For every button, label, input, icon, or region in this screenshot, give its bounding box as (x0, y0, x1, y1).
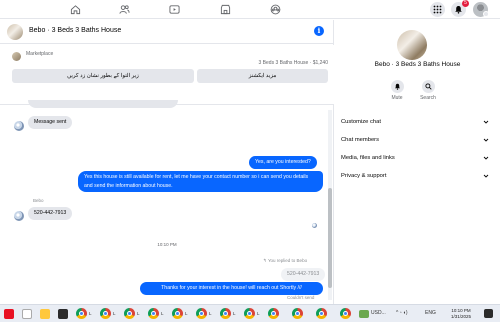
bell-icon (390, 80, 404, 93)
taskbar-app-label: L (113, 311, 116, 316)
grid-menu-icon[interactable] (430, 2, 445, 17)
bell-icon[interactable]: 5 (451, 0, 469, 17)
friends-icon[interactable] (117, 2, 131, 16)
taskbar-app-label: L (137, 311, 140, 316)
outgoing-message-bubble: Yes, are you interested? (249, 156, 317, 169)
marketplace-label: Marketplace (26, 51, 54, 57)
taskbar-app-icon[interactable] (22, 309, 32, 319)
taskbar-app-label: L (257, 311, 260, 316)
outgoing-message-bubble: Yes this house is still available for re… (78, 171, 323, 192)
chevron-down-icon (483, 174, 489, 178)
reply-indicator: ↰ You replied to Bebo (263, 258, 307, 264)
conversation-avatar[interactable] (7, 24, 23, 40)
taskbar-app-label: L (233, 311, 236, 316)
taskbar-app-label: L (185, 311, 188, 316)
section-privacy-support[interactable]: Privacy & support (341, 169, 489, 183)
scrollbar-thumb[interactable] (328, 188, 332, 288)
section-label: Chat members (341, 137, 380, 143)
chrome-icon[interactable] (340, 308, 351, 319)
time-divider: 10:10 PM (157, 242, 177, 247)
taskbar-clock[interactable]: 10:10 PM 1/31/2025 (446, 308, 476, 320)
chevron-down-icon (483, 138, 489, 142)
section-media-files-links[interactable]: Media, files and links (341, 151, 489, 165)
section-label: Media, files and links (341, 155, 395, 161)
notification-count-badge: 5 (462, 0, 469, 7)
search-label: Search (420, 95, 436, 101)
currency-widget-text[interactable]: USD... (371, 310, 386, 316)
chrome-icon[interactable] (100, 308, 111, 319)
sender-avatar (14, 121, 24, 131)
taskbar-app-label: L (209, 311, 212, 316)
conversation-name: Bebo · 3 Beds 3 Baths House (374, 61, 461, 68)
chrome-icon[interactable] (76, 308, 87, 319)
chrome-icon[interactable] (148, 308, 159, 319)
read-receipt-avatar (312, 223, 317, 228)
message-thread: Message sent Yes, are you interested? Ye… (0, 100, 334, 304)
chrome-icon[interactable] (124, 308, 135, 319)
folder-icon[interactable] (40, 309, 50, 319)
delivery-status: Couldn't send (287, 295, 315, 300)
groups-icon[interactable] (268, 2, 282, 16)
taskbar-app-icon[interactable] (58, 309, 68, 319)
section-chat-members[interactable]: Chat members (341, 133, 489, 147)
clock-date: 1/31/2025 (450, 314, 472, 319)
message-bubble-clipped (28, 100, 178, 108)
account-menu-caret-icon[interactable] (483, 11, 489, 17)
windows-taskbar: L L L L L L L L USD... ^ ▫ ◖) ENG 10:10 … (0, 304, 500, 322)
system-tray-icons[interactable]: ^ ▫ ◖) (396, 310, 408, 316)
section-customize-chat[interactable]: Customize chat (341, 115, 489, 129)
search-button[interactable]: Search (413, 80, 443, 101)
chrome-icon[interactable] (268, 308, 279, 319)
chevron-down-icon (483, 156, 489, 160)
chrome-icon[interactable] (316, 308, 327, 319)
sender-avatar (14, 211, 24, 221)
conversation-large-avatar[interactable] (397, 30, 427, 60)
taskbar-app-label: L (161, 311, 164, 316)
sender-name: Bebo (33, 198, 44, 203)
info-icon[interactable]: i (314, 26, 324, 36)
chat-header: Bebo · 3 Beds 3 Baths House i (0, 20, 334, 44)
taskbar-app-icon[interactable] (4, 309, 14, 319)
conversation-details-panel: Bebo · 3 Beds 3 Baths House Mute Search … (335, 20, 500, 304)
marketplace-listing-bar: Marketplace 3 Beds 3 Baths House · $1,24… (0, 45, 334, 105)
search-icon (421, 80, 435, 93)
incoming-phone-bubble: 520-442-7913 (28, 207, 73, 220)
chrome-icon[interactable] (196, 308, 207, 319)
outgoing-message-bubble: Thanks for your interest in the house! w… (140, 282, 323, 295)
more-actions-button[interactable]: مزید ایکشنز (197, 69, 328, 83)
chat-panel: Bebo · 3 Beds 3 Baths House i Marketplac… (0, 20, 334, 322)
home-icon[interactable] (68, 2, 82, 16)
chrome-icon[interactable] (172, 308, 183, 319)
taskbar-app-label: L (89, 311, 92, 316)
marketplace-icon[interactable] (218, 2, 232, 16)
chevron-down-icon (483, 120, 489, 124)
mark-pending-button[interactable]: زیر التوا کے بطور نشان زد کریں (12, 69, 194, 83)
chrome-icon[interactable] (292, 308, 303, 319)
mute-button[interactable]: Mute (382, 80, 412, 101)
section-label: Privacy & support (341, 173, 387, 179)
mute-label: Mute (391, 95, 403, 101)
listing-title-price[interactable]: 3 Beds 3 Baths House · $1,240 (0, 60, 329, 66)
chrome-icon[interactable] (220, 308, 231, 319)
section-label: Customize chat (341, 119, 381, 125)
reply-label: You replied to Bebo (267, 258, 308, 263)
top-navigation-bar: 5 (0, 0, 500, 19)
message-sent-bubble: Message sent (28, 116, 73, 129)
notification-center-icon[interactable] (484, 309, 493, 318)
conversation-title[interactable]: Bebo · 3 Beds 3 Baths House (29, 27, 121, 34)
language-indicator[interactable]: ENG (425, 310, 436, 316)
chrome-icon[interactable] (244, 308, 255, 319)
quoted-message[interactable]: 520-442-7913 (281, 268, 326, 281)
video-icon[interactable] (167, 2, 181, 16)
currency-widget-icon[interactable] (359, 310, 369, 318)
